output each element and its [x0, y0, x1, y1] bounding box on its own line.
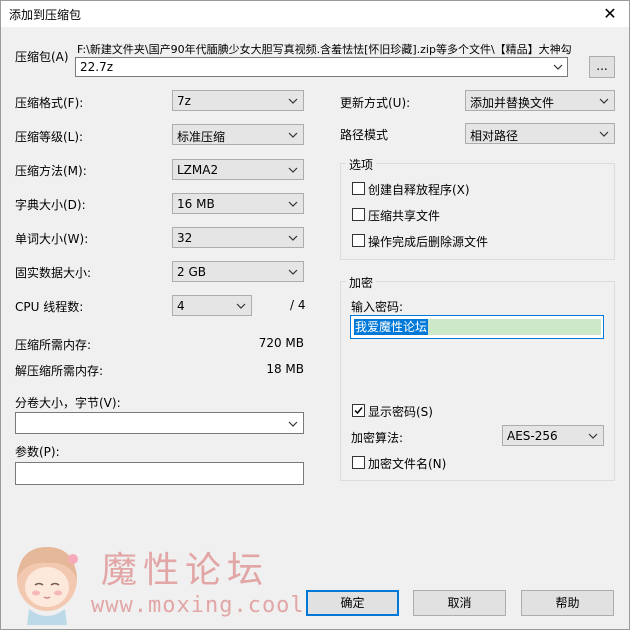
browse-button[interactable]: ...: [589, 56, 615, 78]
help-button[interactable]: 帮助: [521, 590, 614, 616]
path-mode-select[interactable]: 相对路径: [465, 123, 615, 144]
add-to-archive-dialog: 添加到压缩包 ✕ 压缩包(A) F:\新建文件夹\国产90年代腼腆少女大胆写真视…: [0, 0, 630, 630]
show-password-checkbox[interactable]: [352, 404, 365, 417]
chevron-down-icon: [236, 303, 246, 309]
sfx-checkbox[interactable]: [352, 182, 365, 195]
chevron-down-icon: [288, 201, 298, 207]
chevron-down-icon: [288, 269, 298, 275]
mascot-logo: [17, 547, 78, 625]
archive-name-value: 22.7z: [80, 60, 114, 74]
update-select[interactable]: 添加并替换文件: [465, 90, 615, 111]
mem-comp-label: 压缩所需内存:: [15, 338, 92, 352]
solid-select[interactable]: 2 GB: [172, 261, 304, 282]
threads-total: / 4: [290, 298, 306, 312]
update-label: 更新方式(U):: [340, 96, 411, 110]
encrypt-names-label: 加密文件名(N): [368, 457, 447, 471]
algo-select[interactable]: AES-256: [502, 425, 604, 446]
encryption-title: 加密: [346, 274, 377, 291]
path-mode-value: 相对路径: [470, 129, 519, 143]
chevron-down-icon: [553, 64, 563, 70]
password-label: 输入密码:: [351, 300, 404, 314]
dict-value: 16 MB: [177, 197, 215, 211]
mem-comp-value: 720 MB: [258, 336, 304, 350]
chevron-down-icon: [599, 131, 609, 137]
options-title: 选项: [346, 156, 377, 173]
mem-decomp-value: 18 MB: [266, 362, 304, 376]
params-label: 参数(P):: [15, 445, 60, 459]
threads-value: 4: [177, 299, 185, 313]
watermark-text: 魔性论坛: [101, 550, 270, 591]
checkmark-icon: [354, 407, 363, 415]
threads-select[interactable]: 4: [172, 295, 252, 316]
volume-combo[interactable]: [15, 412, 304, 434]
method-select[interactable]: LZMA2: [172, 159, 304, 180]
dict-label: 字典大小(D):: [15, 198, 86, 212]
word-value: 32: [177, 231, 193, 245]
ok-button[interactable]: 确定: [306, 590, 399, 616]
chevron-down-icon: [288, 132, 298, 138]
method-value: LZMA2: [177, 163, 219, 177]
shared-files-checkbox[interactable]: [352, 208, 365, 221]
sfx-label: 创建自释放程序(X): [368, 183, 470, 197]
mem-decomp-label: 解压缩所需内存:: [15, 364, 104, 378]
window-title: 添加到压缩包: [9, 8, 82, 22]
watermark-url: www.moxing.cool: [91, 593, 305, 618]
chevron-down-icon: [288, 235, 298, 241]
cancel-button[interactable]: 取消: [413, 590, 506, 616]
algo-value: AES-256: [507, 429, 558, 443]
archive-name-combo[interactable]: 22.7z: [75, 57, 568, 77]
format-label: 压缩格式(F):: [15, 96, 84, 110]
level-select[interactable]: 标准压缩: [172, 124, 304, 145]
chevron-down-icon: [599, 98, 609, 104]
solid-value: 2 GB: [177, 265, 206, 279]
threads-label: CPU 线程数:: [15, 300, 84, 314]
encrypt-names-checkbox[interactable]: [352, 456, 365, 469]
params-input[interactable]: [15, 462, 304, 485]
title-bar: 添加到压缩包 ✕: [1, 1, 629, 27]
update-value: 添加并替换文件: [470, 96, 555, 110]
password-input[interactable]: 我爱魔性论坛: [350, 315, 604, 339]
method-label: 压缩方法(M):: [15, 164, 87, 178]
chevron-down-icon: [588, 433, 598, 439]
show-password-label: 显示密码(S): [368, 405, 433, 419]
format-value: 7z: [177, 94, 191, 108]
delete-after-label: 操作完成后删除源文件: [368, 235, 489, 249]
level-value: 标准压缩: [177, 130, 226, 144]
format-select[interactable]: 7z: [172, 90, 304, 111]
archive-path: F:\新建文件夹\国产90年代腼腆少女大胆写真视频.含羞怯怯[怀旧珍藏].zip…: [77, 43, 572, 56]
level-label: 压缩等级(L):: [15, 130, 84, 144]
password-value: 我爱魔性论坛: [354, 319, 429, 335]
delete-after-checkbox[interactable]: [352, 234, 365, 247]
dict-select[interactable]: 16 MB: [172, 193, 304, 214]
volume-label: 分卷大小，字节(V):: [15, 396, 121, 410]
chevron-down-icon: [288, 167, 298, 173]
path-mode-label: 路径模式: [340, 128, 389, 142]
archive-label: 压缩包(A): [15, 50, 69, 64]
algo-label: 加密算法:: [351, 431, 404, 445]
chevron-down-icon: [288, 421, 298, 427]
close-icon[interactable]: ✕: [597, 3, 623, 25]
chevron-down-icon: [288, 98, 298, 104]
shared-files-label: 压缩共享文件: [368, 209, 441, 223]
word-label: 单词大小(W):: [15, 232, 89, 246]
solid-label: 固实数据大小:: [15, 266, 92, 280]
word-select[interactable]: 32: [172, 227, 304, 248]
